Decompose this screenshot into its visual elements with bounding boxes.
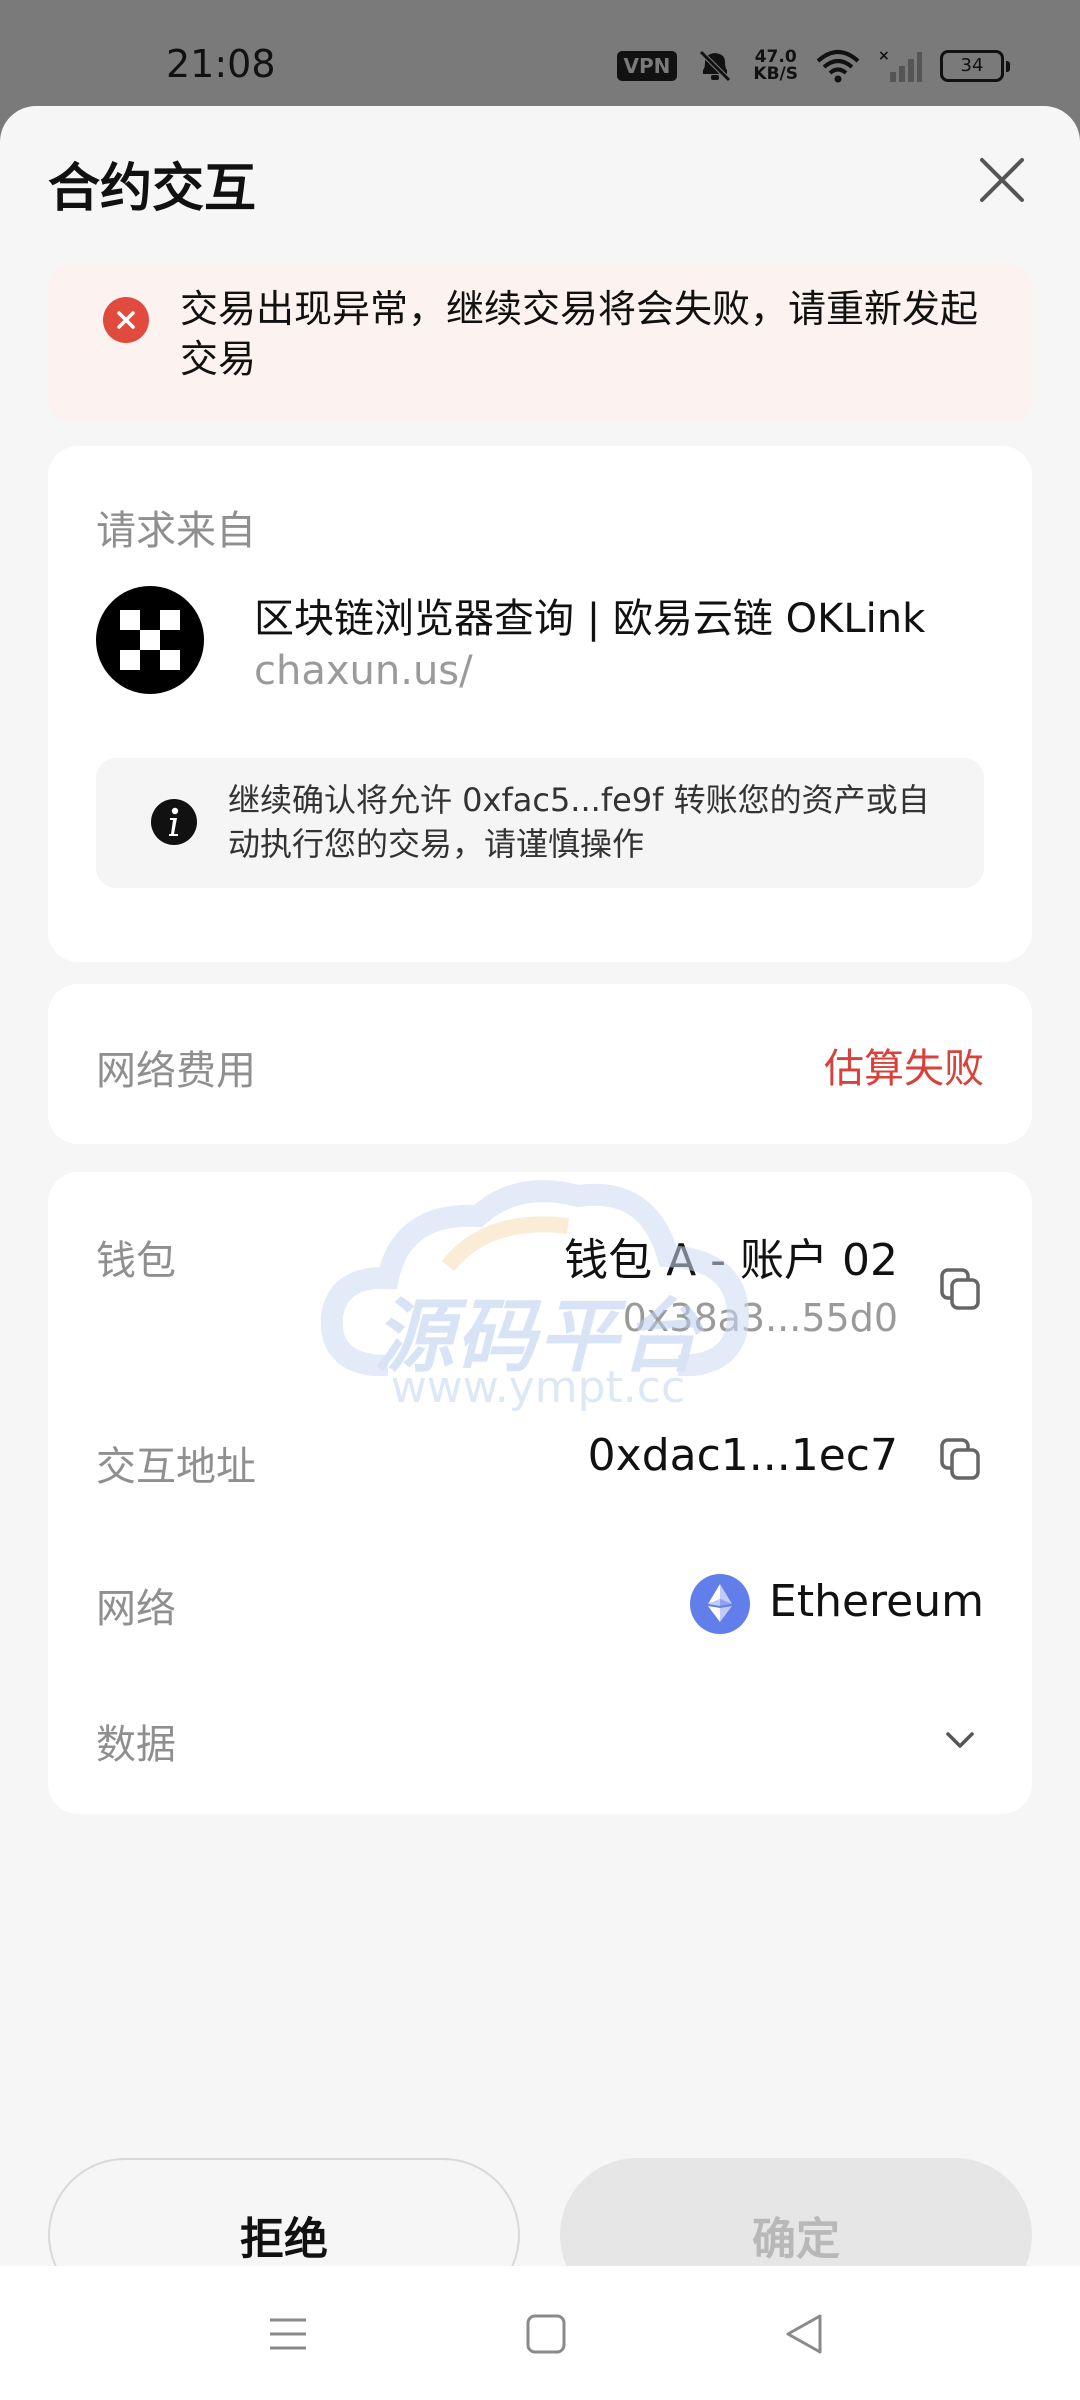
ethereum-icon — [690, 1574, 750, 1634]
back-icon[interactable] — [780, 2310, 828, 2358]
vpn-badge: VPN — [616, 51, 678, 81]
network-fee-card: 网络费用 估算失败 — [48, 984, 1032, 1144]
status-bar: 21:08 VPN 47.0 KB/S × 34 — [0, 0, 1080, 106]
sheet-title: 合约交互 — [48, 159, 257, 219]
navigation-bar — [0, 2266, 1080, 2400]
error-banner: 交易出现异常，继续交易将会失败，请重新发起交易 — [48, 264, 1032, 422]
network-fee-label: 网络费用 — [96, 1048, 256, 1094]
network-speed: 47.0 KB/S — [753, 47, 798, 84]
data-label[interactable]: 数据 — [96, 1712, 176, 1770]
permission-warning-text: 继续确认将允许 0xfac5...fe9f 转账您的资产或自动执行您的交易，请谨… — [228, 781, 930, 863]
watermark: 源码平台 www.ympt.cc — [318, 1176, 758, 1436]
request-source-card: 请求来自 区块链浏览器查询 | 欧易云链 OKLink chaxun.us/ 继… — [48, 446, 1032, 962]
interaction-address-label: 交互地址 — [96, 1444, 256, 1490]
interaction-address: 0xdac1...1ec7 — [587, 1430, 898, 1481]
wifi-icon — [816, 50, 860, 83]
mute-icon — [699, 50, 732, 82]
watermark-url: www.ympt.cc — [390, 1362, 686, 1413]
copy-wallet-icon[interactable] — [938, 1266, 984, 1312]
network-label: 网络 — [96, 1586, 176, 1632]
contract-interaction-sheet: 合约交互 交易出现异常，继续交易将会失败，请重新发起交易 请求来自 区块链浏览器… — [0, 106, 1080, 2312]
dapp-name: 区块链浏览器查询 | 欧易云链 OKLink — [254, 596, 926, 642]
status-icons: VPN 47.0 KB/S × 34 — [616, 47, 1010, 84]
network-fee-value: 估算失败 — [824, 1046, 984, 1092]
permission-warning: 继续确认将允许 0xfac5...fe9f 转账您的资产或自动执行您的交易，请谨… — [96, 758, 984, 888]
status-time: 21:08 — [166, 42, 276, 86]
home-icon[interactable] — [522, 2310, 570, 2358]
svg-text:×: × — [878, 48, 890, 64]
close-icon[interactable] — [974, 152, 1030, 208]
source-label: 请求来自 — [96, 508, 256, 554]
copy-address-icon[interactable] — [938, 1436, 984, 1482]
chevron-down-icon[interactable] — [940, 1720, 980, 1760]
dapp-url: chaxun.us/ — [254, 648, 473, 694]
error-icon — [103, 297, 149, 343]
network-value: Ethereum — [769, 1576, 984, 1627]
info-icon — [151, 799, 197, 845]
signal-icon: × — [878, 48, 922, 82]
wallet-label: 钱包 — [96, 1238, 176, 1284]
error-message: 交易出现异常，继续交易将会失败，请重新发起交易 — [180, 287, 979, 381]
oklink-logo — [96, 586, 204, 694]
menu-icon[interactable] — [264, 2310, 312, 2358]
battery-icon: 34 — [940, 50, 1010, 82]
